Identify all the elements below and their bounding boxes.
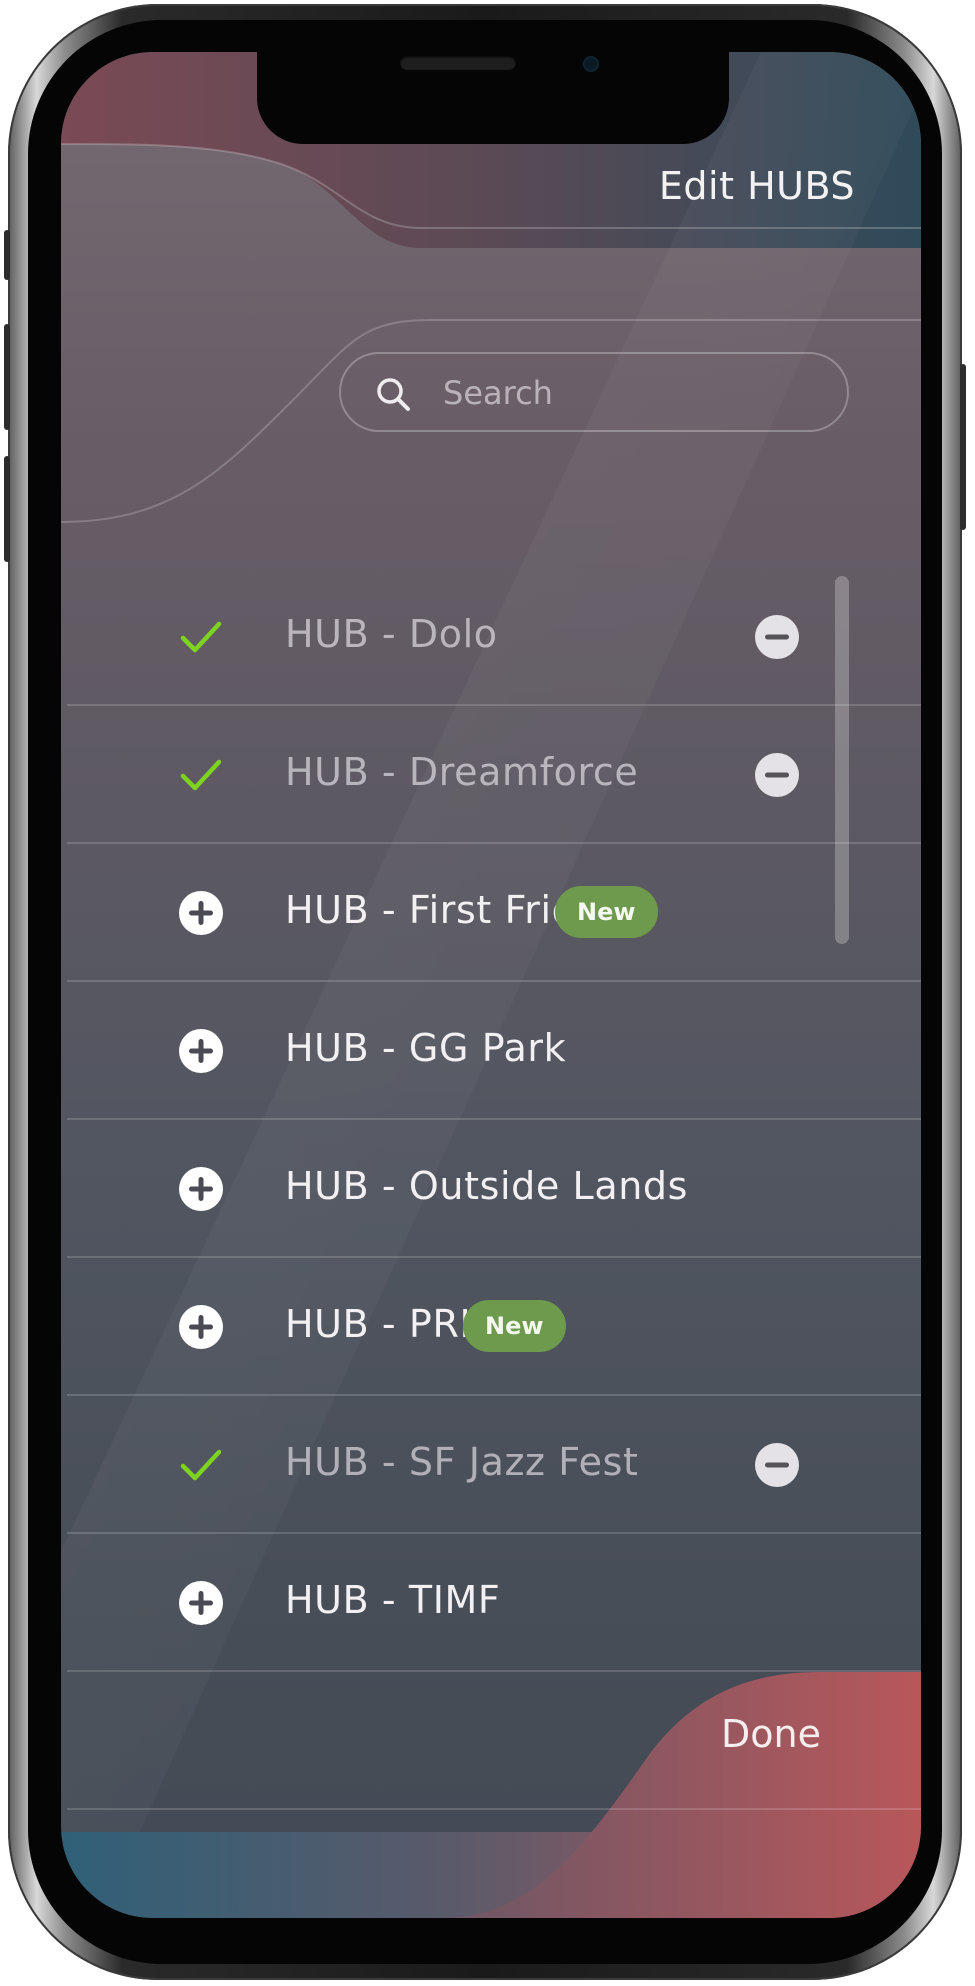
hub-name: HUB - TIMF bbox=[285, 1578, 501, 1622]
page-title: Edit HUBS bbox=[658, 164, 855, 208]
plus-circle-icon[interactable] bbox=[177, 1579, 225, 1627]
hub-row[interactable]: HUB - PRIDE New bbox=[67, 1258, 921, 1396]
new-badge: New bbox=[555, 886, 658, 938]
front-camera bbox=[583, 56, 599, 72]
search-input[interactable] bbox=[441, 368, 825, 418]
hub-row[interactable]: HUB - SF Jazz Fest bbox=[67, 1396, 921, 1534]
plus-circle-icon[interactable] bbox=[177, 1303, 225, 1351]
hub-row[interactable]: HUB - Dreamforce bbox=[67, 706, 921, 844]
search-icon bbox=[377, 378, 410, 411]
plus-circle-icon[interactable] bbox=[177, 889, 225, 937]
check-icon bbox=[180, 1449, 222, 1481]
minus-circle-icon[interactable] bbox=[753, 751, 801, 799]
new-badge: New bbox=[463, 1300, 566, 1352]
hub-row[interactable]: HUB - First Fridays New bbox=[67, 844, 921, 982]
hub-list: HUB - Dolo HUB - Dreamforce HUB - First … bbox=[61, 568, 921, 1810]
app-screen: Edit HUBS HUB - Dolo HUB - Dreamforce HU… bbox=[61, 52, 921, 1918]
volume-up-button bbox=[4, 324, 10, 430]
hub-row[interactable]: HUB - Outside Lands bbox=[67, 1120, 921, 1258]
minus-circle-icon[interactable] bbox=[753, 1441, 801, 1489]
power-button bbox=[960, 364, 966, 530]
minus-circle-icon[interactable] bbox=[753, 613, 801, 661]
volume-down-button bbox=[4, 456, 10, 562]
check-icon bbox=[180, 621, 222, 653]
notch bbox=[257, 52, 729, 144]
search-bar[interactable] bbox=[339, 352, 849, 432]
hub-name: HUB - SF Jazz Fest bbox=[285, 1440, 639, 1484]
speaker-grille bbox=[400, 56, 516, 70]
mute-switch bbox=[4, 230, 10, 280]
hub-name: HUB - Dolo bbox=[285, 612, 498, 656]
hub-row[interactable]: HUB - GG Park bbox=[67, 982, 921, 1120]
scrollbar[interactable] bbox=[835, 576, 849, 944]
plus-circle-icon[interactable] bbox=[177, 1165, 225, 1213]
hub-name: HUB - Dreamforce bbox=[285, 750, 639, 794]
check-icon bbox=[180, 759, 222, 791]
hub-row[interactable]: HUB - Dolo bbox=[67, 568, 921, 706]
plus-circle-icon[interactable] bbox=[177, 1027, 225, 1075]
hub-row[interactable]: HUB - TIMF bbox=[67, 1534, 921, 1672]
hub-name: HUB - GG Park bbox=[285, 1026, 567, 1070]
done-button[interactable]: Done bbox=[721, 1712, 821, 1756]
hub-name: HUB - Outside Lands bbox=[285, 1164, 689, 1208]
